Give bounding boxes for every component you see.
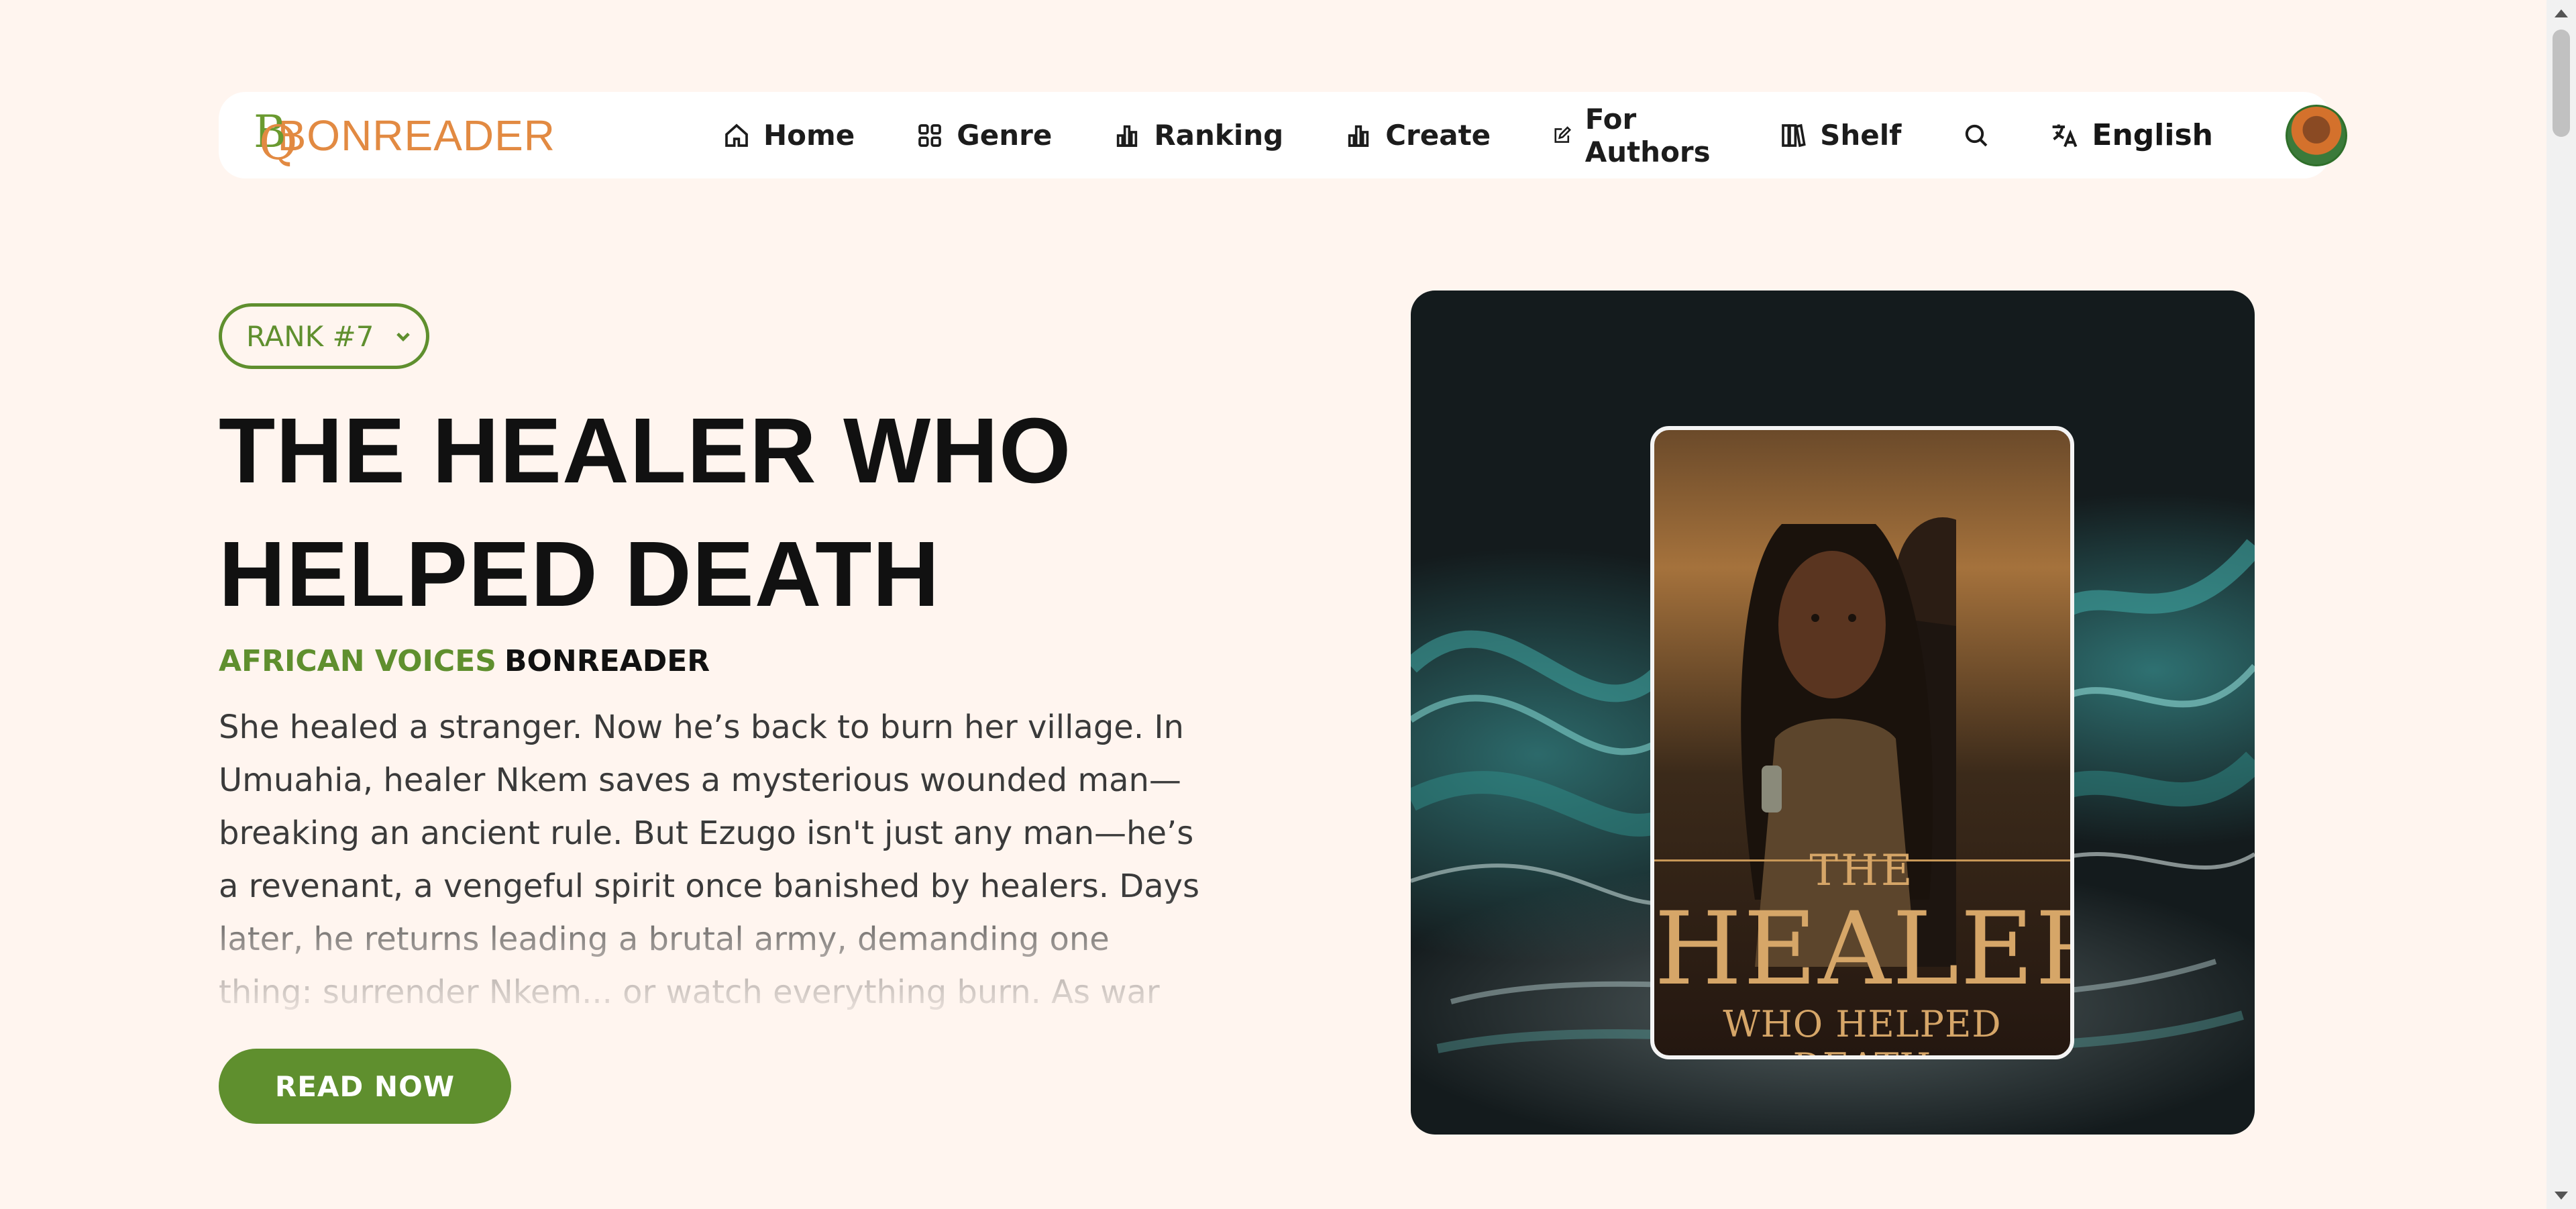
nav-menu: Home Genre Ranking Create For Authors Sh…	[723, 103, 1963, 168]
translate-icon	[2053, 124, 2078, 147]
rank-label: RANK #7	[246, 319, 374, 353]
chevron-down-icon	[396, 332, 410, 341]
nav-item-label: Genre	[957, 119, 1053, 152]
cover-title-line3: WHO HELPED DEATH	[1723, 1003, 2002, 1055]
logo-text: BONREADER	[277, 111, 555, 160]
search-button[interactable]	[1963, 121, 1992, 150]
bar-chart-icon	[1348, 125, 1369, 147]
grid-icon	[918, 123, 942, 147]
search-icon	[1966, 124, 1988, 146]
book-title: THE HEALER WHO HELPED DEATH	[219, 399, 1072, 626]
nav-item-shelf[interactable]: Shelf	[1780, 119, 1901, 152]
book-synopsis: She healed a stranger. Now he’s back to …	[219, 708, 1200, 1010]
scroll-up-arrow-icon[interactable]	[2555, 9, 2568, 17]
language-label: English	[2092, 118, 2213, 152]
bar-chart-icon	[1117, 125, 1138, 147]
cover-title: THE HEALER WHO HELPED DEATH	[1654, 846, 2074, 1055]
logo-mark-icon: BQ	[254, 105, 298, 170]
book-cover-image[interactable]: THE HEALER WHO HELPED DEATH	[1650, 426, 2074, 1059]
user-avatar[interactable]	[2285, 104, 2347, 166]
page-scrollbar[interactable]	[2546, 0, 2576, 1209]
edit-icon	[1554, 125, 1572, 143]
nav-item-create[interactable]: Create	[1345, 119, 1491, 152]
bonreader-logo[interactable]: BQ BONREADER	[247, 102, 555, 170]
scroll-down-arrow-icon[interactable]	[2555, 1192, 2568, 1200]
rank-dropdown[interactable]: RANK #7	[219, 303, 429, 369]
publisher-name: BONREADER	[504, 644, 710, 678]
cover-title-line2: HEALER	[1654, 891, 2074, 1008]
read-now-button[interactable]: READ NOW	[219, 1049, 511, 1124]
home-icon	[725, 123, 748, 147]
nav-item-label: Create	[1385, 119, 1491, 152]
top-navbar: BQ BONREADER Home Genre Ranking Create F…	[219, 92, 2347, 178]
language-selector[interactable]: English	[2050, 118, 2213, 152]
nav-right-group: English	[1963, 104, 2347, 166]
nav-item-label: For Authors	[1585, 102, 1711, 168]
genre-link[interactable]: AFRICAN VOICES	[219, 644, 496, 678]
nav-item-label: Home	[763, 119, 855, 152]
book-byline: AFRICAN VOICES BONREADER	[219, 644, 710, 678]
nav-item-label: Ranking	[1154, 119, 1284, 152]
nav-item-label: Shelf	[1820, 119, 1902, 152]
nav-item-for-authors[interactable]: For Authors	[1552, 103, 1718, 168]
nav-item-home[interactable]: Home	[723, 119, 855, 152]
books-icon	[1782, 123, 1806, 147]
book-cover-showcase: THE HEALER WHO HELPED DEATH	[1411, 291, 2255, 1135]
scroll-thumb[interactable]	[2553, 30, 2570, 137]
nav-item-genre[interactable]: Genre	[916, 119, 1052, 152]
cover-title-line1: THE	[1809, 846, 1915, 896]
nav-item-ranking[interactable]: Ranking	[1114, 119, 1283, 152]
